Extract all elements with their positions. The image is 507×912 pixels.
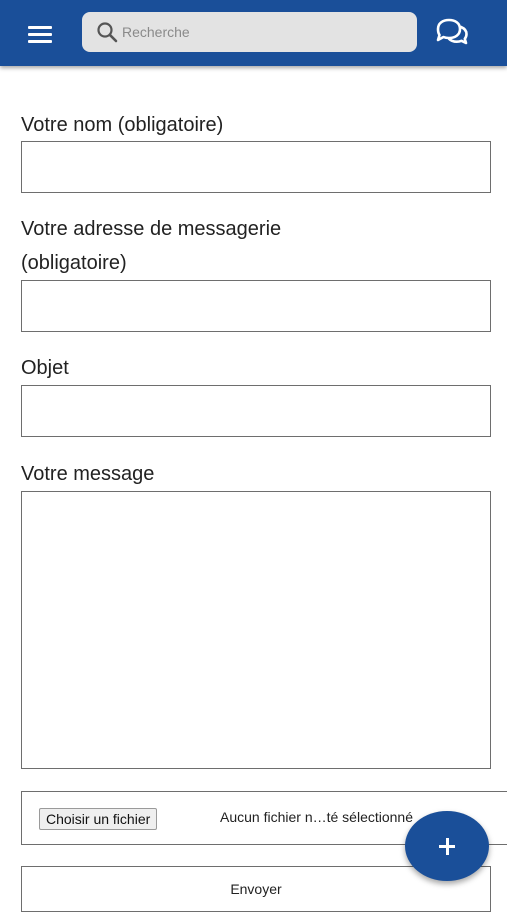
search-input[interactable] [122, 18, 402, 46]
file-status-text: Aucun fichier n…té sélectionné [220, 809, 413, 825]
choose-file-button[interactable]: Choisir un fichier [39, 808, 158, 830]
email-label-line2: (obligatoire) [21, 252, 127, 274]
subject-field[interactable] [21, 385, 491, 437]
message-label: Votre message [21, 463, 155, 485]
chat-bubbles-icon[interactable] [434, 16, 470, 48]
search-bar[interactable] [82, 12, 417, 52]
message-field[interactable] [21, 491, 491, 769]
hamburger-menu-icon[interactable] [24, 22, 56, 46]
email-field[interactable] [21, 280, 491, 332]
top-app-bar [0, 0, 507, 66]
name-field[interactable] [21, 141, 491, 193]
search-icon [97, 22, 118, 43]
name-label: Votre nom (obligatoire) [21, 114, 224, 136]
email-label-line1: Votre adresse de messagerie [21, 218, 282, 240]
subject-label: Objet [21, 357, 69, 379]
add-fab-button[interactable] [405, 811, 489, 881]
